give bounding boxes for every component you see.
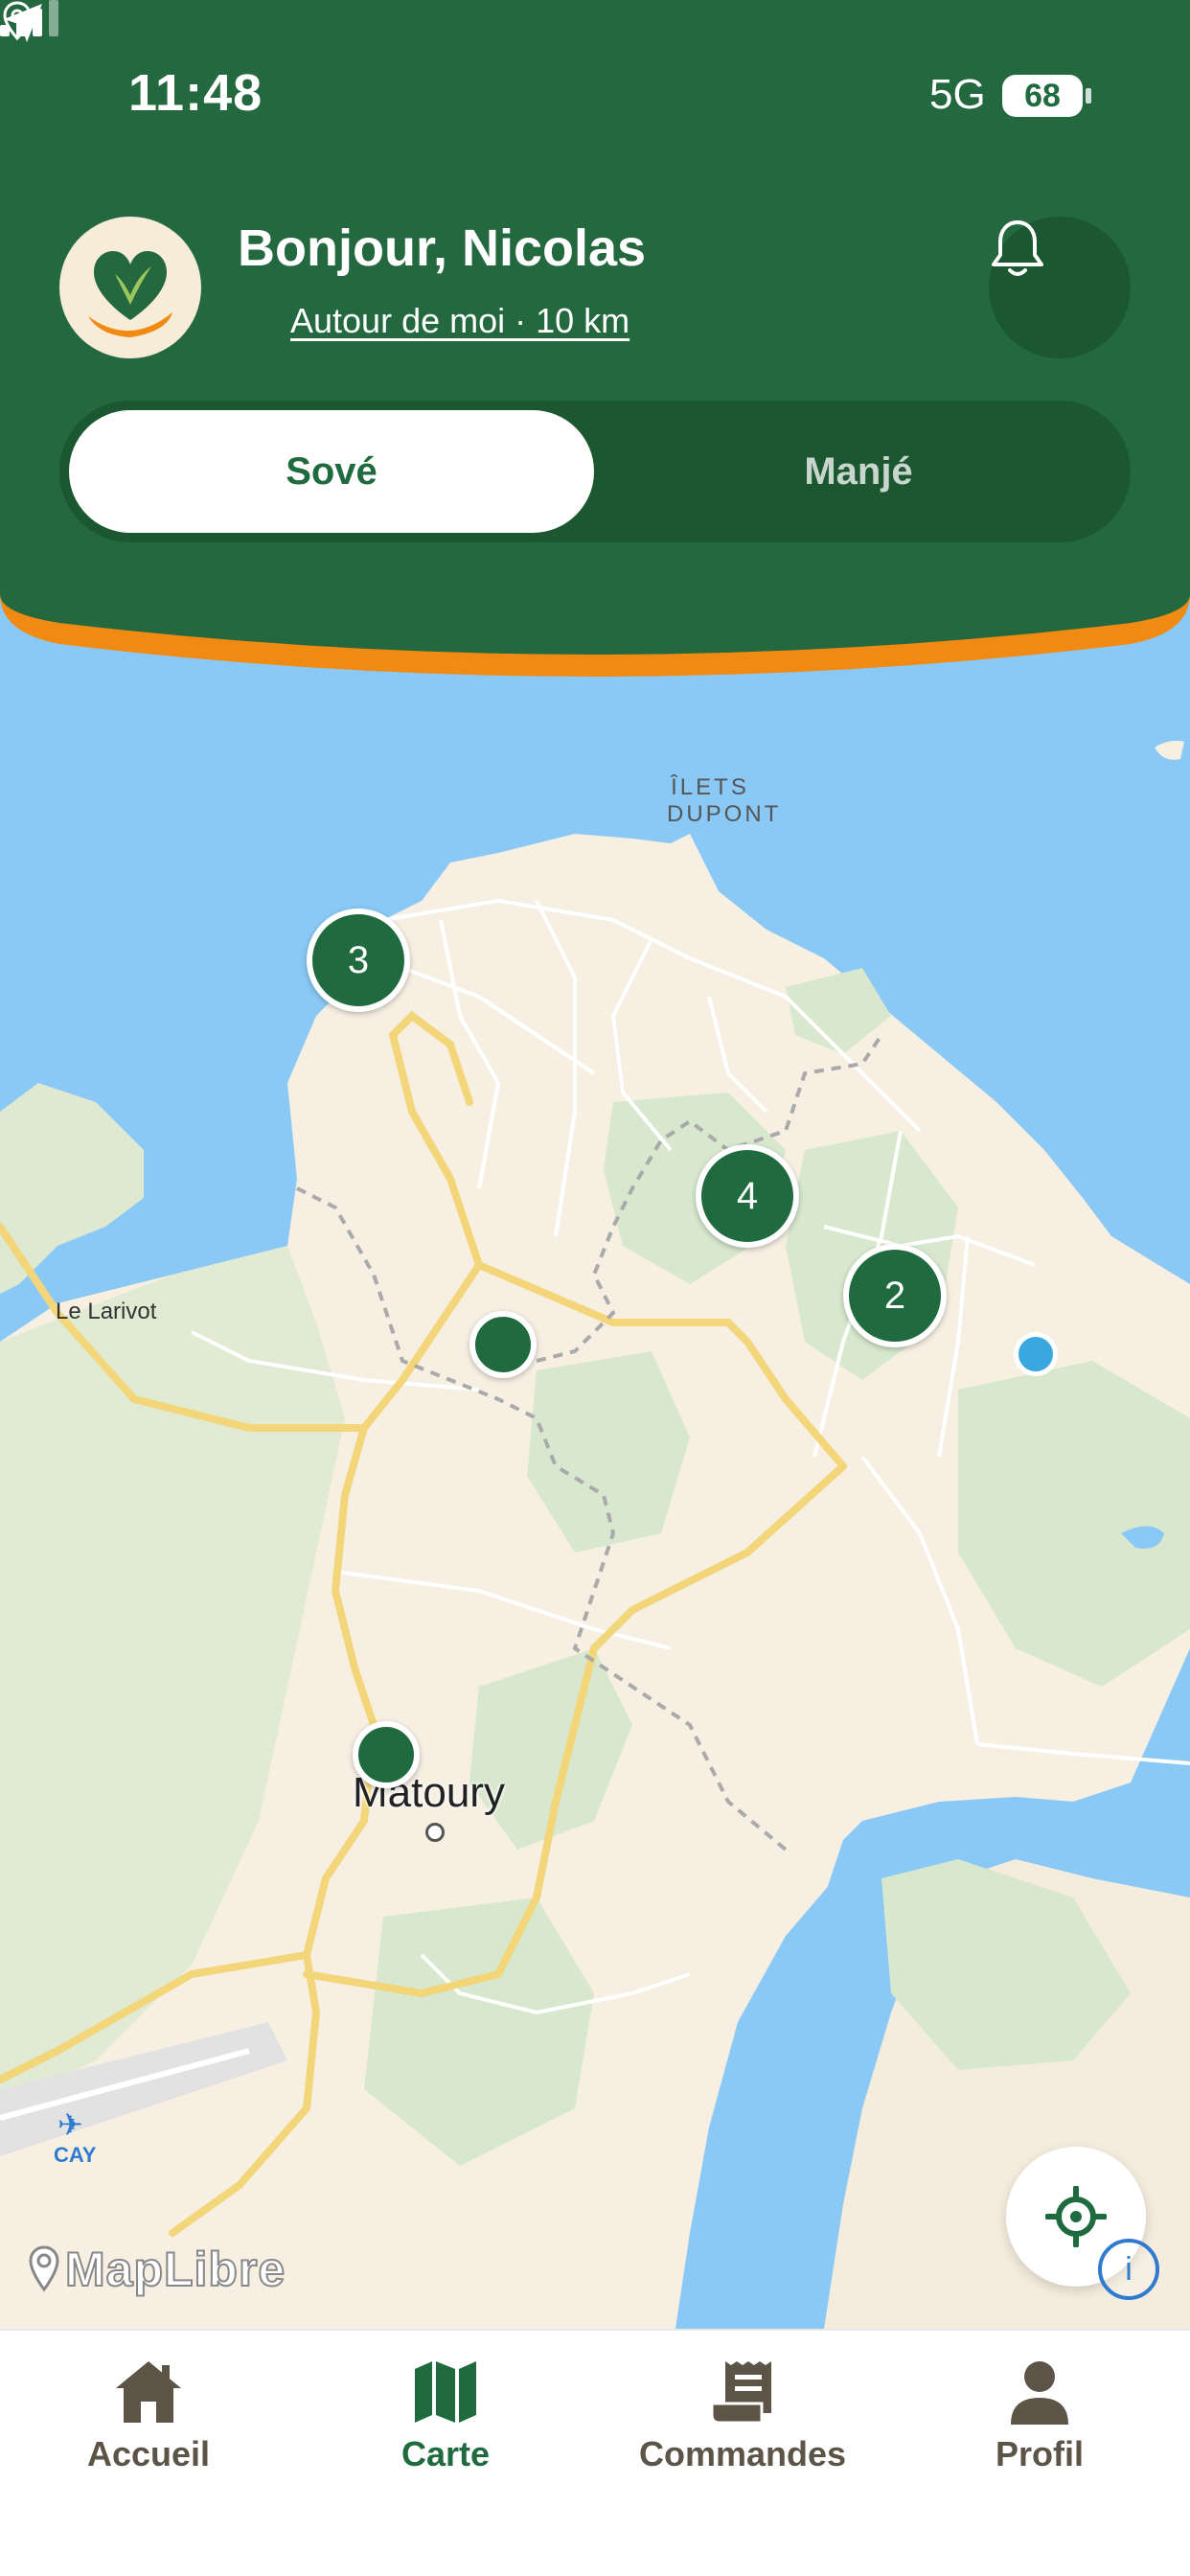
tab-manje[interactable]: Manjé (596, 410, 1121, 533)
app-screen: ÎLETS DUPONT Le Larivot Matoury ✈ CAY 3 … (0, 0, 1190, 2576)
heart-logo-icon (88, 251, 172, 337)
store-marker[interactable] (353, 1721, 420, 1788)
header: 11:48 5G 68 Bonjour, Nicolas Autour de m… (0, 0, 1190, 677)
maplibre-logo-icon (29, 2245, 59, 2292)
receipt-icon (710, 2361, 771, 2425)
map-label-le-larivot: Le Larivot (56, 1299, 157, 1324)
notifications-button[interactable] (989, 217, 1131, 358)
map-label-cay: CAY (54, 2143, 97, 2167)
bell-icon (992, 220, 1043, 276)
tab-sove[interactable]: Sové (69, 410, 594, 533)
battery-icon: 68 (1002, 75, 1083, 117)
crosshair-icon (1045, 2186, 1107, 2247)
battery-cap (1086, 88, 1091, 104)
profile-icon (1011, 2361, 1068, 2425)
mode-toggle: Sové Manjé (59, 401, 1131, 542)
nav-item-carte[interactable]: Carte (297, 2331, 594, 2484)
network-type: 5G (929, 71, 986, 118)
nav-label-carte: Carte (400, 2434, 491, 2473)
nav-label-accueil: Accueil (86, 2434, 211, 2473)
status-time: 11:48 (128, 64, 263, 122)
app-logo (59, 217, 201, 358)
nav-item-profil[interactable]: Profil (891, 2331, 1188, 2484)
maplibre-attribution[interactable]: MapLibre (27, 2241, 286, 2298)
bottom-navigation: Accueil Carte Commandes Profil (0, 2329, 1190, 2576)
map-info-button[interactable]: i (1098, 2239, 1159, 2300)
airport-icon: ✈ (57, 2107, 83, 2142)
location-pin-icon (3, 1, 32, 41)
town-marker (425, 1823, 445, 1842)
maplibre-text: MapLibre (64, 2242, 286, 2297)
user-location-dot (1014, 1332, 1058, 1376)
cluster-marker[interactable]: 4 (696, 1144, 799, 1248)
nav-item-commandes[interactable]: Commandes (594, 2331, 891, 2484)
location-filter-link[interactable]: Autour de moi · 10 km (290, 301, 629, 341)
cluster-marker[interactable]: 3 (307, 908, 410, 1012)
nav-item-accueil[interactable]: Accueil (0, 2331, 297, 2484)
nav-label-commandes: Commandes (638, 2434, 847, 2473)
map-label-ilets-dupont: ÎLETS DUPONT (667, 774, 782, 827)
store-marker[interactable] (469, 1311, 537, 1378)
home-icon (116, 2361, 181, 2423)
cluster-marker[interactable]: 2 (843, 1244, 947, 1347)
greeting-title: Bonjour, Nicolas (238, 219, 647, 277)
map-icon (415, 2361, 476, 2423)
nav-label-profil: Profil (995, 2434, 1084, 2473)
